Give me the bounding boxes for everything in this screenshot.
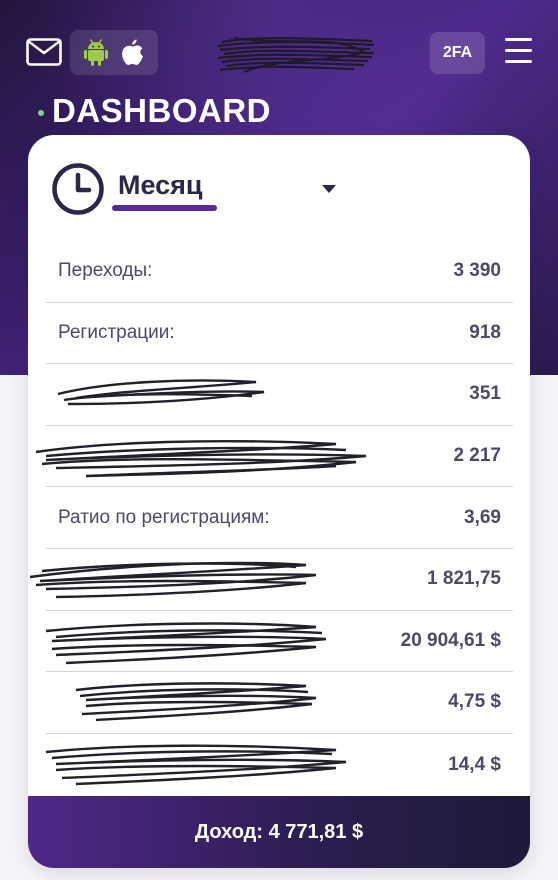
top-bar: 2FA [0,30,558,76]
stat-row-redacted: 1 821,75 [29,549,513,611]
title-row: DASHBOARD [38,92,271,130]
mail-icon[interactable] [26,38,62,66]
stat-value: 20 904,61 $ [400,629,501,651]
redacted-logo [214,32,378,76]
redaction-scribble [75,682,317,722]
two-factor-button[interactable]: 2FA [430,32,485,74]
stat-row-redacted: 14,4 $ [45,734,513,796]
redaction-scribble [57,379,265,406]
stats-card: Месяц Переходы: 3 390 Регистрации: 918 3… [28,135,530,868]
stat-row-redacted: 20 904,61 $ [45,611,513,673]
stat-label: Регистрации: [58,321,175,343]
stat-value: 4,75 $ [448,691,501,713]
redaction-scribble [29,561,317,599]
redaction-scribble [45,744,347,785]
period-label[interactable]: Месяц [118,170,203,201]
android-icon[interactable] [84,39,108,66]
stat-label: Переходы: [58,260,153,282]
platform-switcher [70,30,158,75]
stats-list: Переходы: 3 390 Регистрации: 918 351 2 2… [29,241,513,796]
stat-row-redacted: 2 217 [35,426,513,488]
income-label: Доход: 4 771,81 $ [194,820,364,843]
stat-row-registration-ratio: Ратио по регистрациям: 3,69 [46,487,513,549]
stat-value: 14,4 $ [448,753,501,775]
stat-value: 918 [469,321,501,343]
stat-value: 3,69 [464,506,501,528]
redaction-scribble [45,621,327,664]
apple-icon[interactable] [121,39,144,66]
stat-row-redacted: 4,75 $ [46,672,513,734]
status-dot [38,110,44,116]
period-selector[interactable]: Месяц [28,135,530,227]
stat-value: 3 390 [453,260,501,282]
income-total-bar: Доход: 4 771,81 $ [28,796,530,868]
chevron-down-icon[interactable] [322,185,336,193]
stat-value: 2 217 [453,445,501,467]
clock-icon [51,162,105,216]
stat-value: 351 [469,383,501,405]
stat-value: 1 821,75 [427,568,501,590]
stat-row-registrations: Регистрации: 918 [46,303,513,365]
stat-row-redacted: 351 [46,364,513,426]
stat-row-clicks: Переходы: 3 390 [46,241,513,303]
stat-label: Ратио по регистрациям: [58,506,270,528]
period-underline [112,205,217,211]
hamburger-menu-icon[interactable] [505,38,532,66]
page-title: DASHBOARD [52,92,271,129]
redaction-scribble [35,439,367,477]
